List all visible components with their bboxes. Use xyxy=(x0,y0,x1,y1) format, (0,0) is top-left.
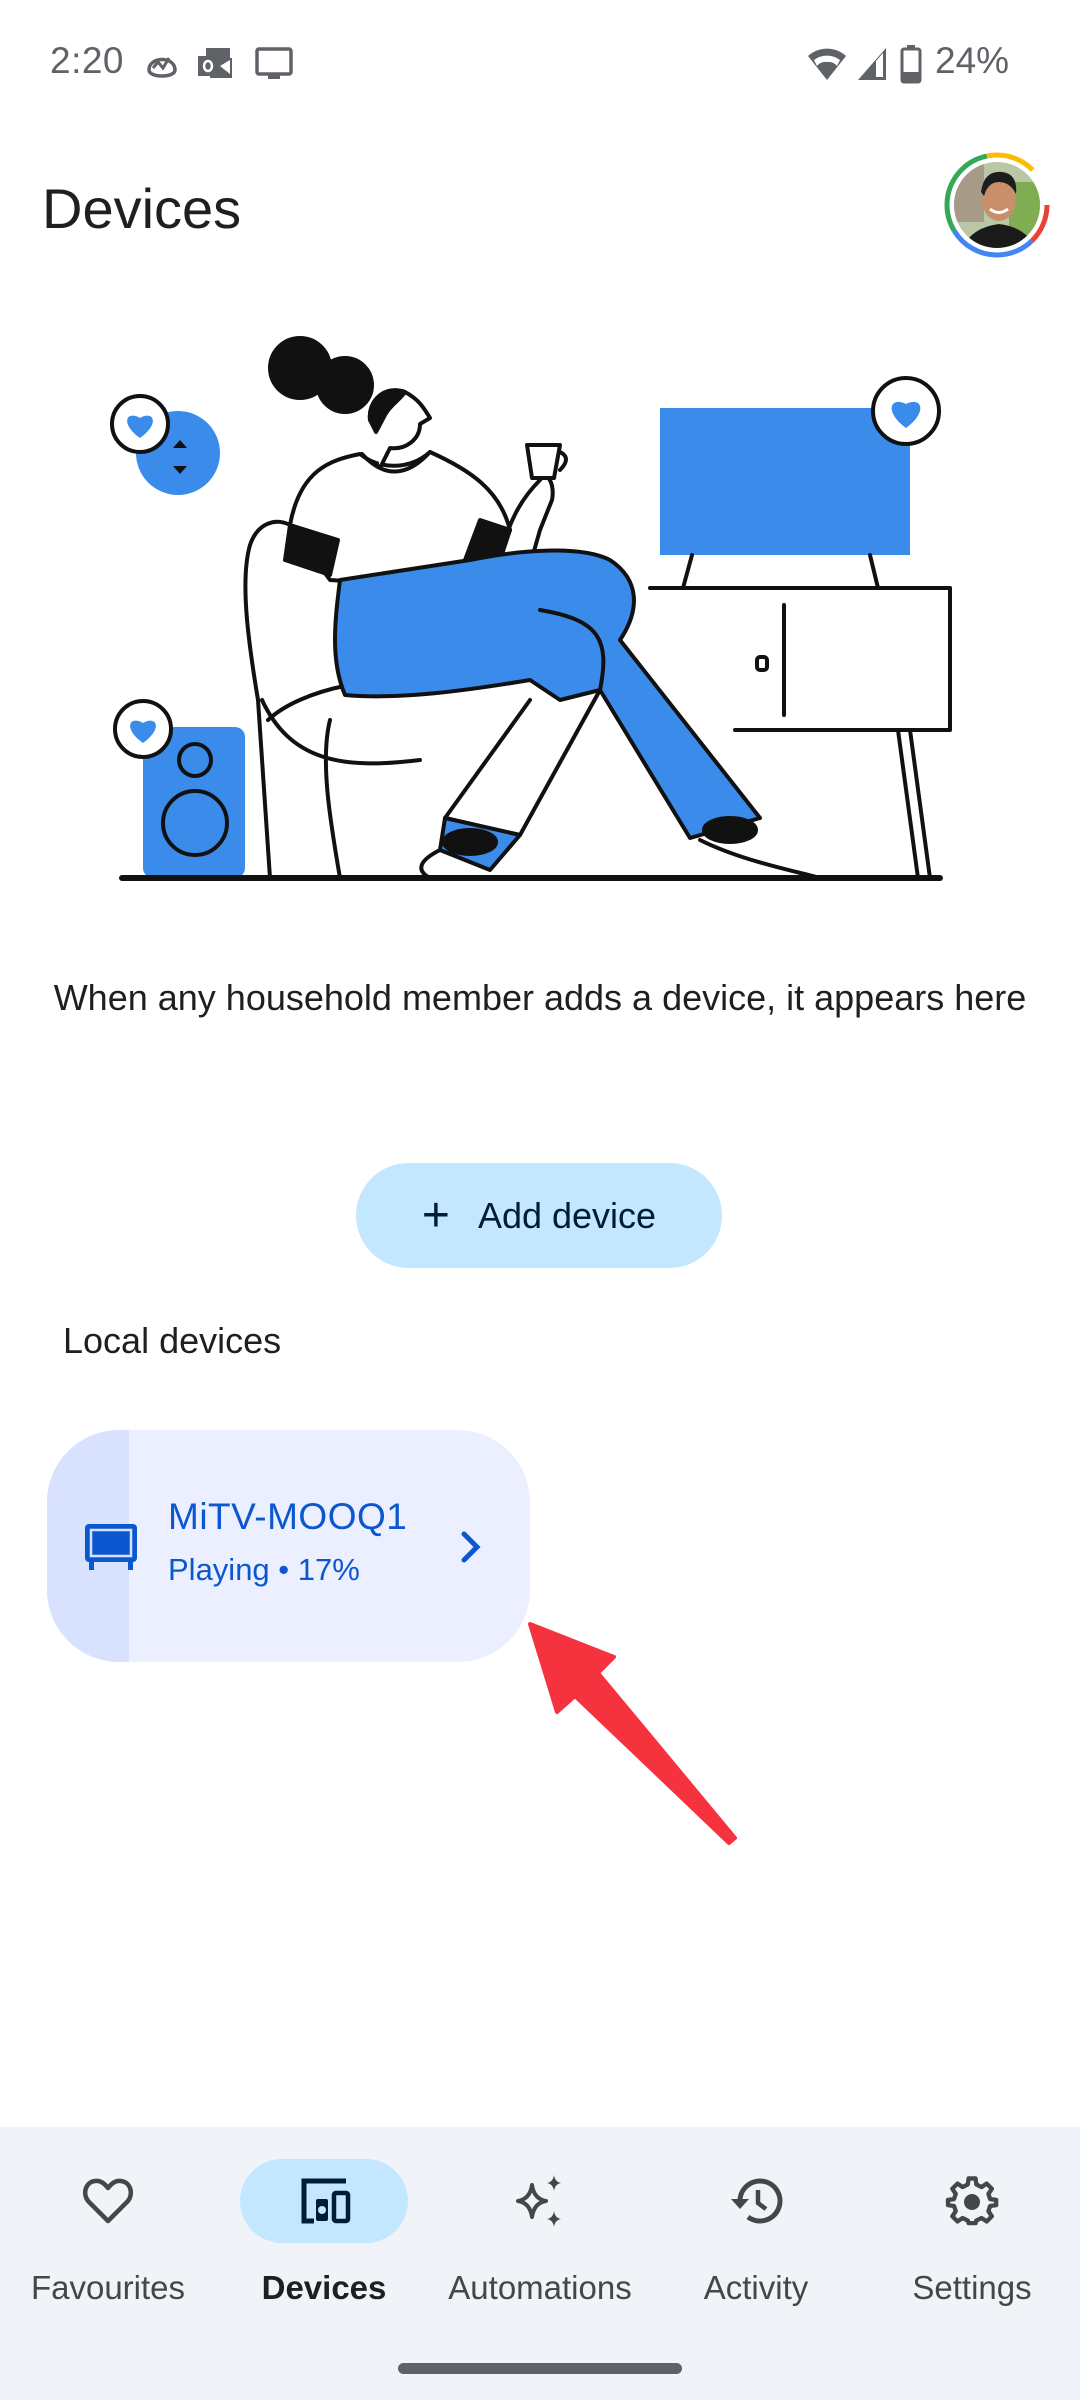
nav-tab-automations[interactable]: Automations xyxy=(432,2127,648,2337)
home-indicator[interactable] xyxy=(398,2363,682,2374)
wifi-icon xyxy=(808,48,846,80)
annotation-arrow-icon xyxy=(528,1622,737,1845)
nav-tab-favourites[interactable]: Favourites xyxy=(0,2127,216,2337)
device-status: Playing • 17% xyxy=(168,1552,360,1587)
heart-icon xyxy=(82,2178,134,2224)
chevron-right-icon xyxy=(461,1531,481,1563)
nav-label: Activity xyxy=(703,2269,809,2306)
page-title: Devices xyxy=(42,177,242,240)
status-time: 2:20 xyxy=(50,40,125,81)
device-card-mitv[interactable]: MiTV-MOOQ1 Playing • 17% xyxy=(47,1430,530,1662)
bottom-navigation: Favourites Devices Automations Activity xyxy=(0,2127,1080,2400)
gear-icon xyxy=(945,2176,999,2226)
device-name: MiTV-MOOQ1 xyxy=(168,1496,408,1537)
history-icon xyxy=(731,2178,783,2224)
basecamp-icon xyxy=(147,57,177,78)
add-device-button[interactable]: + Add device xyxy=(356,1163,722,1268)
nav-tab-settings[interactable]: Settings xyxy=(864,2127,1080,2337)
empty-state-message: When any household member adds a device,… xyxy=(53,977,1027,1018)
add-device-label: Add device xyxy=(477,1194,657,1236)
battery-percent: 24% xyxy=(935,40,1010,81)
nav-label: Settings xyxy=(912,2269,1032,2306)
account-avatar[interactable] xyxy=(944,152,1050,258)
nav-tab-activity[interactable]: Activity xyxy=(648,2127,864,2337)
tv-icon xyxy=(85,1524,137,1570)
outlook-icon xyxy=(198,48,232,78)
nav-tab-devices[interactable]: Devices xyxy=(216,2127,432,2337)
plus-icon: + xyxy=(421,1188,450,1242)
nav-label: Devices xyxy=(261,2269,387,2306)
local-devices-heading: Local devices xyxy=(63,1320,282,1361)
hero-illustration xyxy=(110,336,952,881)
devices-icon xyxy=(301,2178,351,2224)
cell-signal-icon xyxy=(858,48,886,80)
sparkle-icon xyxy=(516,2175,561,2227)
battery-icon xyxy=(900,45,922,84)
nav-label: Automations xyxy=(448,2269,632,2306)
cast-tv-icon xyxy=(255,47,293,79)
nav-label: Favourites xyxy=(30,2269,186,2306)
